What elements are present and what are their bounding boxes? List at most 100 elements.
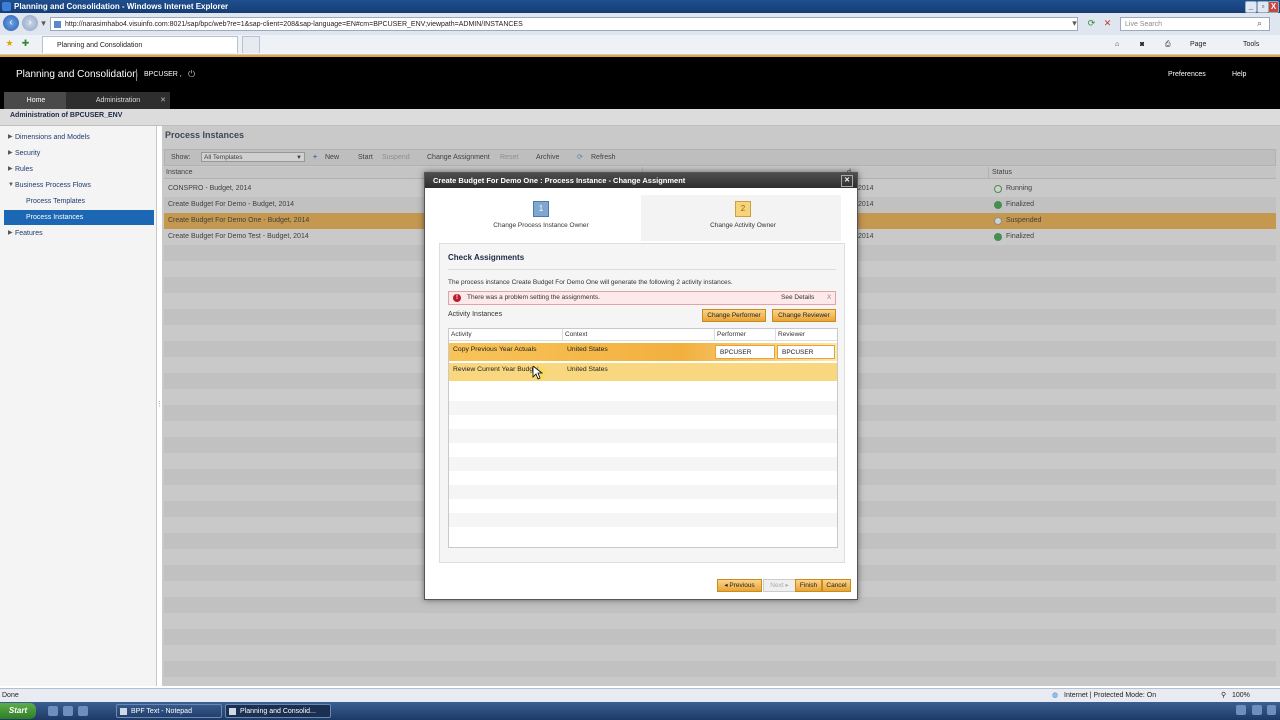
quicklaunch-ie-icon[interactable] [78, 706, 88, 716]
print-icon[interactable]: ⎙ [1165, 38, 1171, 51]
empty-row [449, 401, 837, 415]
change-assignment-dialog: Create Budget For Demo One : Process Ins… [424, 172, 858, 600]
task-notepad[interactable]: BPF Text - Notepad [116, 704, 222, 718]
feeds-icon[interactable]: ◙ [1140, 38, 1144, 51]
change-reviewer-button[interactable]: Change Reviewer [772, 309, 836, 322]
close-tab-icon[interactable]: ✕ [160, 92, 166, 109]
task-planning-and-consolidation[interactable]: Planning and Consolid... [225, 704, 331, 718]
address-bar-row: ‹ › ▾ http://narasimhabo4.visuinfo.com:8… [0, 13, 1280, 35]
close-window-button[interactable]: X [1268, 1, 1279, 13]
reviewer-field[interactable]: BPCUSER [777, 345, 835, 359]
header-divider [136, 69, 137, 81]
expand-arrow-icon: ▶ [8, 230, 13, 236]
nav-item-business-process-flows[interactable]: ▼ Business Process Flows [0, 178, 156, 193]
expand-arrow-icon: ▶ [8, 150, 13, 156]
nav-item-rules[interactable]: ▶ Rules [0, 162, 156, 177]
notepad-icon [120, 708, 127, 715]
column-header-activity[interactable]: Activity [449, 329, 563, 341]
tab-home[interactable]: Home [4, 92, 68, 109]
ie-icon [229, 708, 236, 715]
add-favorite-icon[interactable]: ✚ [20, 38, 31, 49]
app-header: Planning and Consolidation BPCUSER , ⏻ P… [0, 55, 1280, 109]
tools-menu[interactable]: Tools [1243, 38, 1259, 51]
nav-label: Process Templates [26, 198, 86, 205]
activity-instances-label: Activity Instances [448, 311, 503, 318]
page-icon [54, 21, 61, 28]
nav-label: Rules [15, 166, 33, 173]
new-tab-button[interactable] [242, 36, 260, 53]
stop-icon[interactable]: ✕ [1102, 18, 1113, 29]
expand-arrow-icon: ▶ [8, 134, 13, 140]
page-menu[interactable]: Page [1190, 38, 1206, 51]
nav-label: Dimensions and Models [15, 134, 90, 141]
nav-item-dimensions-and-models[interactable]: ▶ Dimensions and Models [0, 130, 156, 145]
column-header-context[interactable]: Context [563, 329, 715, 341]
step-1-label: Change Process Instance Owner [493, 222, 589, 229]
address-input[interactable]: http://narasimhabo4.visuinfo.com:8021/sa… [50, 17, 1078, 31]
window-title: Planning and Consolidation - Windows Int… [14, 2, 229, 11]
finish-button[interactable]: Finish [795, 579, 822, 592]
tray-network-icon[interactable] [1236, 705, 1246, 715]
browser-tab-row: ★ ✚ Planning and Consolidation ⌂ ◙ ⎙ Pag… [0, 35, 1280, 55]
info-message: The process instance Create Budget For D… [448, 279, 733, 286]
security-zone[interactable]: Internet | Protected Mode: On [1064, 689, 1156, 703]
error-banner: ! There was a problem setting the assign… [448, 291, 836, 305]
home-icon[interactable]: ⌂ [1115, 38, 1119, 51]
error-text: There was a problem setting the assignme… [467, 294, 600, 301]
forward-button[interactable]: › [22, 15, 38, 31]
nav-item-process-templates[interactable]: Process Templates [0, 194, 156, 209]
performer-field[interactable]: BPCUSER [715, 345, 775, 359]
browser-tab[interactable]: Planning and Consolidation [42, 36, 238, 53]
nav-item-features[interactable]: ▶ Features [0, 226, 156, 241]
collapse-arrow-icon: ▼ [8, 182, 14, 188]
see-details-link[interactable]: See Details [781, 292, 814, 304]
refresh-page-icon[interactable]: ⟳ [1086, 18, 1097, 29]
next-label: Next [770, 582, 784, 589]
nav-item-security[interactable]: ▶ Security [0, 146, 156, 161]
dismiss-error-button[interactable]: X [827, 292, 831, 304]
splitter-handle[interactable]: ⋮ [156, 400, 163, 412]
tab-administration[interactable]: Administration ✕ [66, 92, 170, 109]
dialog-title: Create Budget For Demo One : Process Ins… [433, 176, 686, 185]
address-dropdown-icon[interactable]: ▾ [1069, 18, 1080, 29]
recent-pages-dropdown-icon[interactable]: ▾ [38, 18, 49, 29]
search-icon[interactable]: ⌕ [1254, 18, 1265, 29]
step-2-indicator[interactable]: 2 [735, 201, 751, 217]
cancel-button[interactable]: Cancel [822, 579, 851, 592]
column-header-performer[interactable]: Performer [715, 329, 776, 341]
window-title-bar: Planning and Consolidation - Windows Int… [0, 0, 1280, 13]
empty-row [449, 485, 837, 499]
next-button[interactable]: Next ▸ [763, 579, 796, 592]
activity-row[interactable]: Copy Previous Year Actuals United States… [449, 343, 837, 361]
tab-home-label: Home [26, 97, 46, 104]
quicklaunch-desktop-icon[interactable] [63, 706, 73, 716]
back-button[interactable]: ‹ [3, 15, 19, 31]
search-input[interactable]: Live Search [1120, 17, 1270, 31]
start-button[interactable]: Start [0, 703, 36, 719]
minimize-button[interactable]: _ [1245, 1, 1257, 13]
check-assignments-panel: Check Assignments The process instance C… [439, 243, 845, 563]
dialog-close-button[interactable]: ✕ [841, 175, 853, 187]
preferences-link[interactable]: Preferences [1168, 71, 1206, 78]
column-header-reviewer[interactable]: Reviewer [776, 329, 837, 341]
help-link[interactable]: Help [1232, 71, 1246, 78]
tray-clock-icon[interactable] [1267, 705, 1276, 715]
zoom-level[interactable]: 100% [1232, 689, 1250, 703]
activity-name: Copy Previous Year Actuals [453, 346, 537, 353]
step-1-indicator[interactable]: 1 [533, 201, 549, 217]
quicklaunch-explorer-icon[interactable] [48, 706, 58, 716]
activity-name: Review Current Year Budget [453, 366, 539, 373]
tray-volume-icon[interactable] [1252, 705, 1262, 715]
previous-button[interactable]: ◂ Previous [717, 579, 762, 592]
logoff-icon[interactable]: ⏻ [188, 69, 195, 80]
browser-tab-label: Planning and Consolidation [57, 42, 143, 49]
activity-row[interactable]: Review Current Year Budget United States [449, 363, 837, 381]
nav-label: Features [15, 230, 43, 237]
error-icon: ! [453, 294, 461, 302]
change-performer-button[interactable]: Change Performer [702, 309, 766, 322]
section-title: Check Assignments [448, 253, 525, 262]
nav-item-process-instances[interactable]: Process Instances [4, 210, 154, 225]
app-title: Planning and Consolidation [16, 69, 138, 80]
dialog-header: Create Budget For Demo One : Process Ins… [425, 173, 857, 188]
favorites-star-icon[interactable]: ★ [4, 38, 15, 49]
